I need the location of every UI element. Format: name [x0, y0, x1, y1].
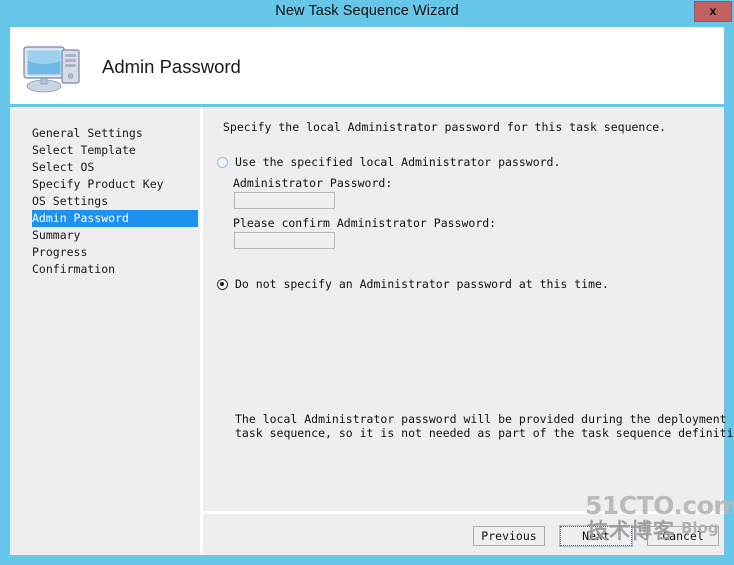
sidebar-item-general-settings[interactable]: General Settings: [32, 125, 198, 142]
sidebar-item-select-template[interactable]: Select Template: [32, 142, 198, 159]
close-button[interactable]: x: [694, 1, 732, 22]
cancel-button[interactable]: Cancel: [647, 526, 719, 546]
window-title: New Task Sequence Wizard: [275, 3, 459, 19]
sidebar-item-os-settings[interactable]: OS Settings: [32, 193, 198, 210]
computer-monitor-icon: [23, 46, 80, 93]
option2-description: The local Administrator password will be…: [235, 412, 734, 440]
title-bar: New Task Sequence Wizard x: [0, 0, 734, 23]
sidebar-item-confirmation[interactable]: Confirmation: [32, 261, 198, 278]
wizard-window: New Task Sequence Wizard x Admin Passwor…: [0, 0, 734, 565]
radio-off-icon: [217, 157, 228, 168]
page-title: Admin Password: [102, 56, 241, 77]
sidebar-item-progress[interactable]: Progress: [32, 244, 198, 261]
radio-use-specified-password-label: Use the specified local Administrator pa…: [235, 155, 561, 169]
close-icon: x: [709, 4, 717, 18]
content-panel: Specify the local Administrator password…: [203, 107, 734, 555]
footer-divider: [200, 511, 724, 514]
previous-button[interactable]: Previous: [473, 526, 545, 546]
header-banner: Admin Password: [10, 27, 724, 104]
wizard-step-list: General Settings Select Template Select …: [10, 107, 200, 555]
confirm-password-label: Please confirm Administrator Password:: [233, 216, 497, 230]
radio-on-icon: [217, 279, 228, 290]
intro-text: Specify the local Administrator password…: [223, 120, 667, 134]
next-button[interactable]: Next: [559, 525, 633, 547]
sidebar-item-specify-product-key[interactable]: Specify Product Key: [32, 176, 198, 193]
body-area: General Settings Select Template Select …: [10, 107, 734, 555]
radio-do-not-specify-password-label: Do not specify an Administrator password…: [235, 277, 609, 291]
administrator-password-input[interactable]: [234, 192, 335, 209]
sidebar-item-admin-password[interactable]: Admin Password: [32, 210, 198, 227]
sidebar-item-select-os[interactable]: Select OS: [32, 159, 198, 176]
confirm-password-input[interactable]: [234, 232, 335, 249]
sidebar-item-summary[interactable]: Summary: [32, 227, 198, 244]
administrator-password-label: Administrator Password:: [233, 176, 393, 190]
